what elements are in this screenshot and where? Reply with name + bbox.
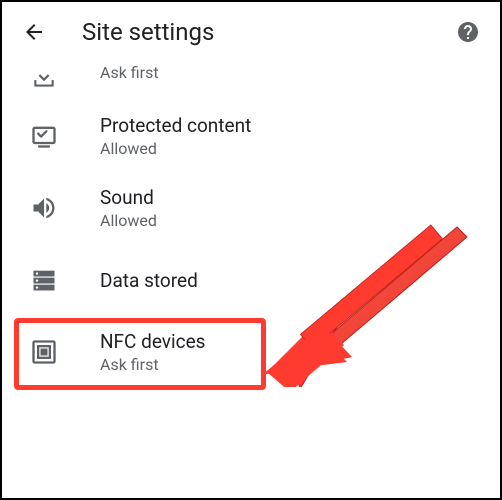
protected-icon [30,122,58,150]
setting-item-data-stored[interactable]: Data stored [2,244,500,316]
item-title: NFC devices [100,330,205,353]
page-title: Site settings [82,18,448,46]
nfc-icon [30,338,58,366]
item-subtitle: Allowed [100,139,251,158]
arrow-back-icon [22,20,46,44]
help-icon [456,20,480,44]
item-text: Protected content Allowed [100,114,251,158]
item-title: Data stored [100,269,198,292]
item-title: Protected content [100,114,251,137]
app-header: Site settings [2,2,500,62]
item-subtitle: Allowed [100,211,157,230]
item-subtitle: Ask first [100,63,159,82]
storage-icon [30,266,58,294]
sound-icon [30,194,58,222]
item-text: Data stored [100,269,198,292]
back-button[interactable] [14,12,54,52]
item-subtitle: Ask first [100,355,205,374]
setting-item-sound[interactable]: Sound Allowed [2,172,500,244]
item-text: Ask first [100,61,159,82]
download-icon [30,64,58,92]
item-text: NFC devices Ask first [100,330,205,374]
item-text: Sound Allowed [100,186,157,230]
setting-item-nfc-devices[interactable]: NFC devices Ask first [2,316,500,388]
item-title: Sound [100,186,157,209]
setting-item-downloads[interactable]: Ask first [2,58,500,100]
settings-list: Ask first Protected content Allowed Soun… [2,62,500,388]
help-button[interactable] [448,12,488,52]
setting-item-protected-content[interactable]: Protected content Allowed [2,100,500,172]
